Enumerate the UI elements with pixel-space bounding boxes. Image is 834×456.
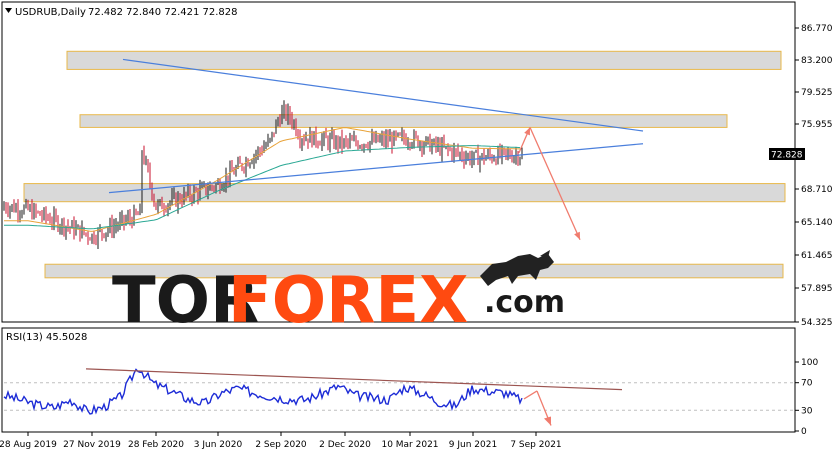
rsi-panel: [1, 327, 796, 433]
rsi-tick-label: 100: [801, 358, 818, 368]
rsi-tick-label: 0: [801, 427, 807, 437]
rsi-axis: 100 70 30 0: [795, 358, 818, 437]
price-tick-label: 79.525: [801, 88, 833, 98]
watermark-dotcom: .com: [484, 285, 565, 320]
symbol-timeframe: USDRUB,Daily: [15, 7, 86, 18]
price-axis: 86.770 83.200 79.525 75.955 68.710 65.140 61.4…: [795, 24, 833, 328]
sr-zone: [23, 183, 786, 203]
time-axis: 28 Aug 2019 27 Nov 2019 28 Feb 2020 3 Jun 2…: [0, 432, 562, 450]
x-tick-label: 2 Sep 2020: [255, 440, 307, 450]
usdrub-chart[interactable]: TOR FOREX .com 86.77083.20079.52575.9556…: [0, 0, 834, 456]
x-tick-label: 9 Jun 2021: [449, 440, 497, 450]
price-tick-label: 75.955: [801, 120, 833, 130]
sr-zone: [79, 114, 728, 128]
price-tick-label: 83.200: [801, 56, 833, 66]
x-tick-label: 10 Mar 2021: [381, 440, 438, 450]
x-tick-label: 28 Aug 2019: [0, 440, 57, 450]
x-tick-label: 3 Jun 2020: [194, 440, 243, 450]
current-price-label: 72.828: [771, 151, 803, 161]
price-tick-label: 57.895: [801, 284, 833, 294]
rsi-tick-label: 30: [801, 406, 813, 416]
x-tick-label: 2 Dec 2020: [319, 440, 371, 450]
watermark-forex: FOREX: [228, 264, 468, 338]
price-tick-label: 68.710: [801, 185, 833, 195]
price-tick-label: 65.140: [801, 218, 833, 228]
rsi-tick-label: 70: [801, 379, 813, 389]
x-tick-label: 7 Sep 2021: [510, 440, 561, 450]
x-tick-label: 28 Feb 2020: [128, 440, 184, 450]
price-tick-label: 61.465: [801, 251, 833, 261]
rsi-label: RSI(13) 45.5028: [6, 332, 87, 343]
price-tick-label: 54.325: [801, 318, 833, 328]
x-tick-label: 27 Nov 2019: [63, 440, 121, 450]
price-tick-label: 86.770: [801, 24, 833, 34]
ohlc-values: 72.482 72.840 72.421 72.828: [88, 7, 238, 18]
